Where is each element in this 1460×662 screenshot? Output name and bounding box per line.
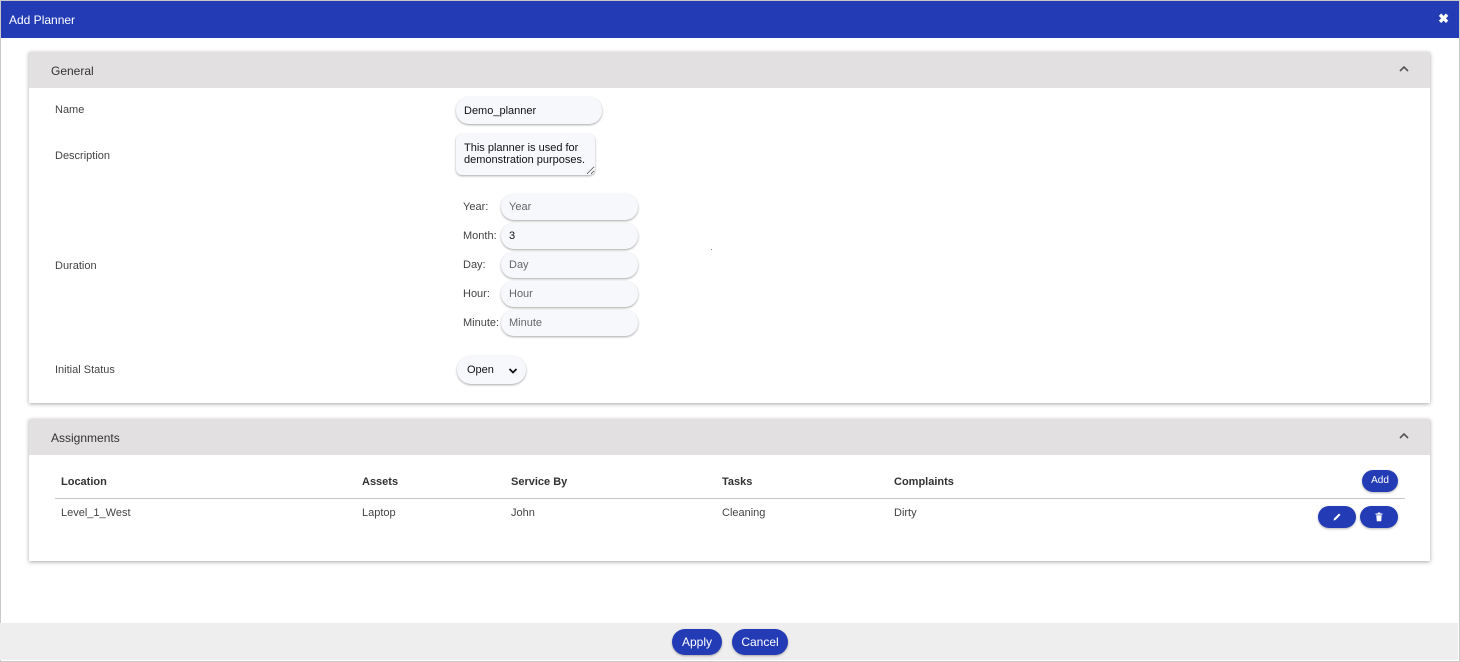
cell-location: Level_1_West [61,507,131,519]
column-header-complaints: Complaints [894,476,954,488]
column-header-tasks: Tasks [722,476,753,488]
assignments-panel: Assignments [29,419,1430,561]
pencil-icon [1333,513,1341,521]
day-input[interactable] [501,252,638,278]
name-label: Name [55,104,85,116]
duration-label: Duration [55,260,97,272]
delete-row-button[interactable] [1360,506,1398,528]
initial-status-label: Initial Status [55,364,115,376]
stray-dot [711,249,712,250]
initial-status-value: Open [467,364,494,376]
close-icon[interactable]: ✖ [1438,11,1449,27]
name-input[interactable] [456,97,602,124]
dialog-title: Add Planner [9,13,76,27]
description-label: Description [55,150,111,162]
chevron-up-icon[interactable] [1398,63,1410,75]
chevron-up-icon[interactable] [1398,430,1410,442]
assignments-section-title: Assignments [51,431,120,445]
trash-icon [1375,512,1383,522]
day-label: Day: [463,259,486,271]
hour-input[interactable] [501,281,638,307]
chevron-down-icon [508,368,518,374]
assignments-panel-header[interactable]: Assignments [29,419,1430,455]
dialog-titlebar: Add Planner ✖ [1,1,1459,38]
month-input[interactable] [501,223,638,249]
cell-complaints: Dirty [894,507,917,519]
minute-label: Minute: [463,317,500,329]
cell-service-by: John [511,507,535,519]
column-header-assets: Assets [362,476,399,488]
general-section-title: General [51,64,94,78]
description-textarea[interactable]: This planner is used for demonstration p… [456,134,595,175]
apply-button[interactable]: Apply [672,629,722,655]
year-input[interactable] [501,194,638,220]
minute-input[interactable] [501,310,638,336]
cell-assets: Laptop [362,507,396,519]
hour-label: Hour: [463,288,490,300]
cancel-button[interactable]: Cancel [732,629,788,655]
dialog-footer [0,623,1458,660]
column-header-location: Location [61,476,107,488]
add-assignment-button[interactable]: Add [1362,470,1398,492]
general-panel: General [29,52,1430,403]
general-panel-header[interactable]: General [29,52,1430,88]
edit-row-button[interactable] [1318,506,1356,528]
initial-status-select[interactable]: Open [457,356,526,384]
cell-tasks: Cleaning [722,507,766,519]
year-label: Year: [463,201,489,213]
month-label: Month: [463,230,497,242]
table-header-divider [55,498,1405,499]
column-header-service-by: Service By [511,476,568,488]
